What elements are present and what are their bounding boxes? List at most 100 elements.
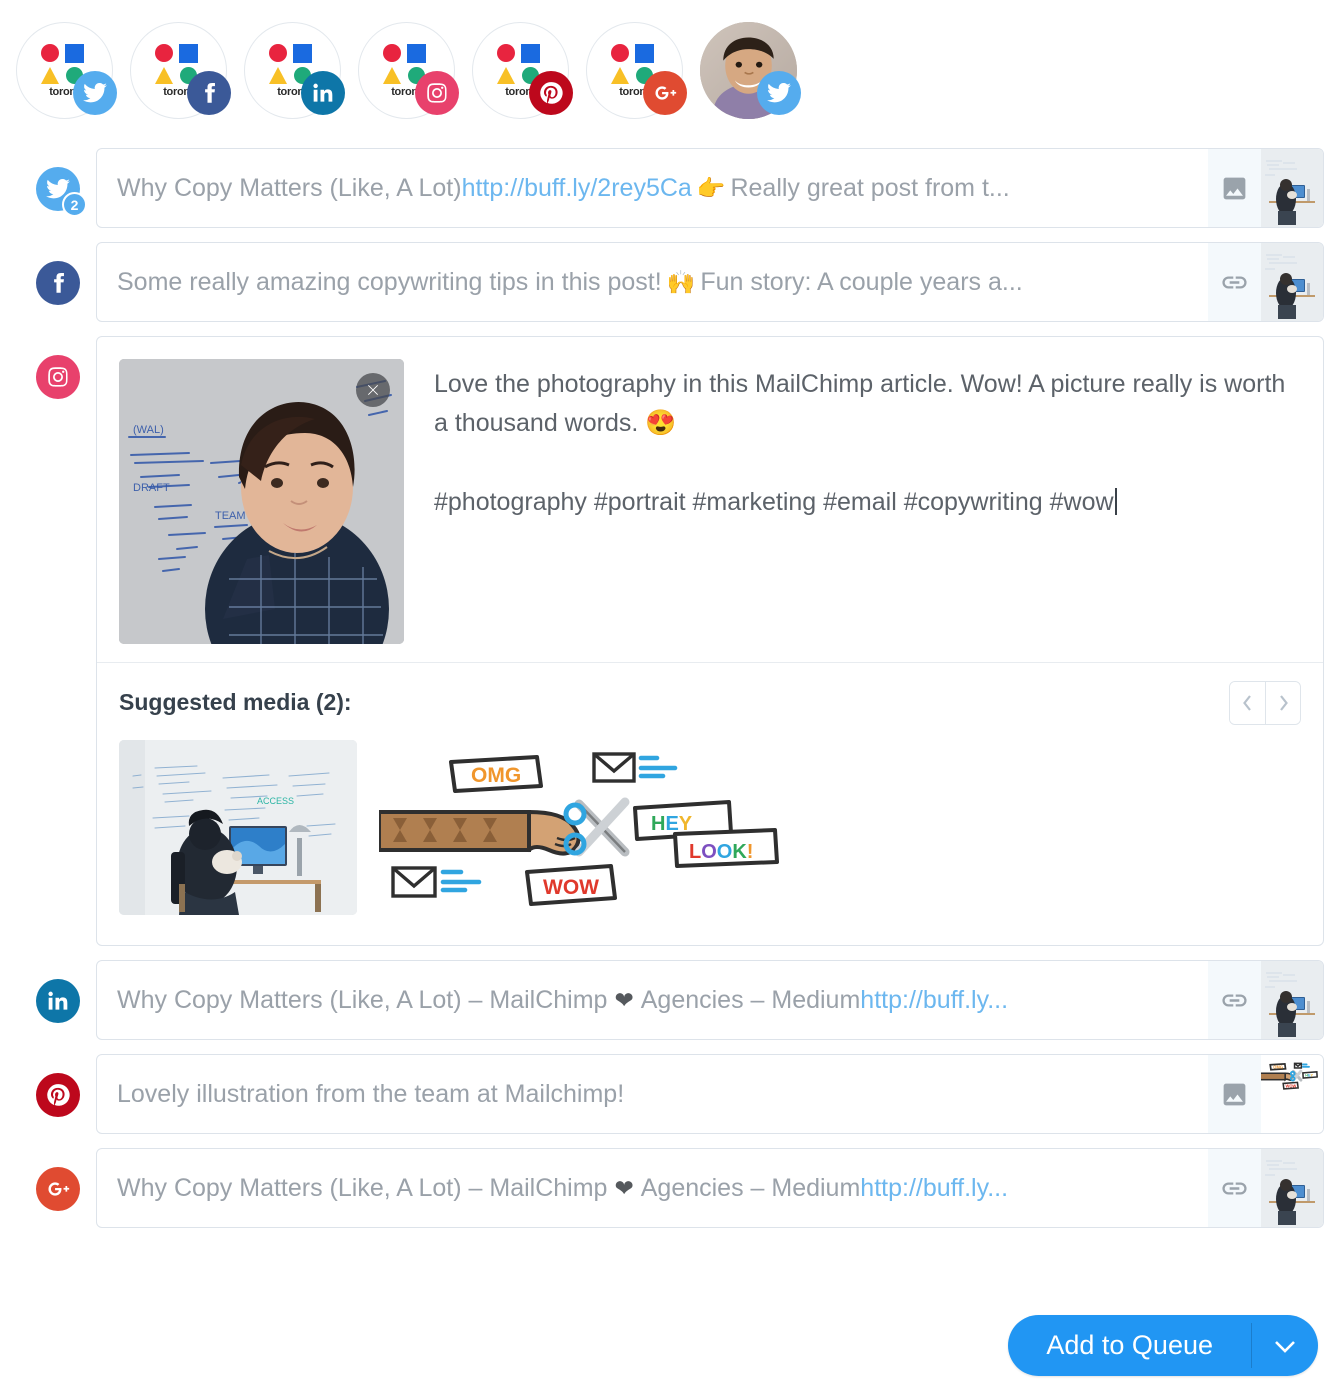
composer-text-pinterest[interactable]: Lovely illustration from the team at Mai… [97, 1055, 1208, 1133]
link-icon[interactable] [1208, 961, 1261, 1039]
logo-red-circle [496, 44, 515, 62]
suggested-media-item-illustration[interactable]: OMG HEY LOOK! WOW [379, 740, 779, 915]
post-count-badge: 2 [62, 192, 87, 217]
composer-input-facebook[interactable]: Some really amazing copywriting tips in … [96, 242, 1324, 322]
svg-text:TEAM: TEAM [215, 510, 246, 522]
next-media-button[interactable] [1265, 682, 1300, 724]
logo-yellow-triangle [382, 66, 401, 84]
svg-text:DRAFT: DRAFT [133, 482, 170, 494]
twitter-icon [73, 71, 117, 115]
text-after-emoji: Fun story: A couple years a... [700, 267, 1023, 296]
caption-hashtags: #photography #portrait #marketing #email… [434, 488, 1114, 516]
heart-icon: ❤ [614, 986, 634, 1013]
attachment-thumbnail[interactable] [1261, 149, 1323, 227]
profile-chip-toronto-linkedin[interactable]: toron [244, 22, 345, 119]
remove-media-button[interactable] [356, 373, 390, 407]
text-before-heart: Why Copy Matters (Like, A Lot) – MailChi… [117, 985, 608, 1014]
pinterest-icon [36, 1073, 80, 1117]
instagram-icon [36, 355, 80, 399]
text-before-heart: Why Copy Matters (Like, A Lot) – MailChi… [117, 1173, 608, 1202]
heart-eyes-emoji: 😍 [645, 408, 677, 437]
suggested-media-section: Suggested media (2): ACCESS OMG HEY LOOK… [97, 663, 1323, 945]
link-icon[interactable] [1208, 243, 1261, 321]
svg-text:(WAL): (WAL) [133, 424, 164, 436]
text-before-emoji: Some really amazing copywriting tips in … [117, 267, 662, 296]
suggested-media-list: ACCESS OMG HEY LOOK! WOW [119, 740, 1301, 915]
logo-yellow-triangle [40, 66, 59, 84]
composer-text-twitter[interactable]: Why Copy Matters (Like, A Lot) http://bu… [97, 149, 1208, 227]
attachment-area [1208, 243, 1323, 321]
queue-options-dropdown-button[interactable] [1252, 1315, 1318, 1376]
heart-icon: ❤ [614, 1174, 634, 1201]
instagram-caption-editor[interactable]: Love the photography in this MailChimp a… [404, 359, 1301, 644]
logo-red-circle [154, 44, 173, 62]
composer-row-instagram: (WAL) DRAFT TEAM Love the photography in… [20, 336, 1324, 946]
svg-text:ACCESS: ACCESS [257, 796, 294, 806]
chevron-left-icon [1243, 695, 1251, 711]
profile-chip-toronto-facebook[interactable]: toron [130, 22, 231, 119]
row-network-icon-wrap: 2 [20, 148, 96, 217]
chevron-down-icon [1275, 1340, 1295, 1353]
suggested-media-item-photo[interactable]: ACCESS [119, 740, 357, 915]
shortlink[interactable]: http://buff.ly... [860, 986, 1008, 1015]
pinterest-icon [529, 71, 573, 115]
logo-red-circle [40, 44, 59, 62]
profile-chip-toronto-googleplus[interactable]: toron [586, 22, 687, 119]
buffer-composer-page: toron toron toron toron toron toron 2 Wh… [0, 0, 1344, 1398]
composer-footer: Add to Queue [1008, 1315, 1318, 1376]
image-icon[interactable] [1208, 1055, 1261, 1133]
composer-input-twitter[interactable]: Why Copy Matters (Like, A Lot) http://bu… [96, 148, 1324, 228]
attachment-thumbnail[interactable] [1261, 243, 1323, 321]
linkedin-icon [36, 979, 80, 1023]
linkedin-icon [301, 71, 345, 115]
attachment-area [1208, 149, 1323, 227]
link-icon[interactable] [1208, 1149, 1261, 1227]
add-to-queue-button[interactable]: Add to Queue [1008, 1315, 1251, 1376]
shortlink[interactable]: http://buff.ly/2rey5Ca [462, 174, 692, 203]
composer-text-facebook[interactable]: Some really amazing copywriting tips in … [97, 243, 1208, 321]
profile-chip-personal-twitter[interactable] [700, 22, 801, 119]
row-network-icon-wrap [20, 960, 96, 1023]
logo-red-circle [268, 44, 287, 62]
svg-text:WOW: WOW [543, 876, 599, 899]
composer-input-googleplus[interactable]: Why Copy Matters (Like, A Lot) – MailChi… [96, 1148, 1324, 1228]
composer-row-linkedin: Why Copy Matters (Like, A Lot) – MailChi… [20, 960, 1324, 1040]
twitter-icon: 2 [36, 167, 87, 217]
profile-chip-toronto-instagram[interactable]: toron [358, 22, 459, 119]
attachment-thumbnail[interactable] [1261, 961, 1323, 1039]
composer-row-facebook: Some really amazing copywriting tips in … [20, 242, 1324, 322]
logo-blue-square [293, 43, 312, 63]
raised-hands-emoji: 🙌 [666, 268, 696, 295]
caption-text: Love the photography in this MailChimp a… [434, 370, 1286, 437]
logo-blue-square [521, 43, 540, 63]
logo-yellow-triangle [610, 66, 629, 84]
shortlink[interactable]: http://buff.ly... [860, 1174, 1008, 1203]
attached-media-preview[interactable]: (WAL) DRAFT TEAM [119, 359, 404, 644]
logo-red-circle [382, 44, 401, 62]
image-icon[interactable] [1208, 149, 1261, 227]
instagram-top-section: (WAL) DRAFT TEAM Love the photography in… [97, 337, 1323, 662]
wow-label: WOW [525, 864, 617, 906]
attachment-thumbnail[interactable] [1261, 1149, 1323, 1227]
text-after-link: Really great post from t... [730, 173, 1010, 202]
caption-paragraph-2: #photography #portrait #marketing #email… [434, 483, 1301, 522]
svg-text:OMG: OMG [471, 764, 521, 787]
pointing-hand-emoji: 👉 [696, 174, 726, 201]
composer-input-pinterest[interactable]: Lovely illustration from the team at Mai… [96, 1054, 1324, 1134]
omg-label: OMG [449, 755, 543, 793]
svg-text:LOOK!: LOOK! [689, 841, 753, 863]
svg-text:WOW: WOW [1286, 1084, 1297, 1089]
svg-text:HEY: HEY [1305, 1074, 1313, 1078]
composer-input-linkedin[interactable]: Why Copy Matters (Like, A Lot) – MailChi… [96, 960, 1324, 1040]
composer-row-pinterest: Lovely illustration from the team at Mai… [20, 1054, 1324, 1134]
attachment-area [1208, 1149, 1323, 1227]
profile-chip-toronto-pinterest[interactable]: toron [472, 22, 573, 119]
composer-text-googleplus[interactable]: Why Copy Matters (Like, A Lot) – MailChi… [97, 1149, 1208, 1227]
composer-text-linkedin[interactable]: Why Copy Matters (Like, A Lot) – MailChi… [97, 961, 1208, 1039]
prev-media-button[interactable] [1230, 682, 1265, 724]
logo-blue-square [65, 43, 84, 63]
logo-yellow-triangle [496, 66, 515, 84]
attachment-thumbnail[interactable]: OMG HEY WOW [1261, 1055, 1323, 1133]
row-network-icon-wrap [20, 1054, 96, 1117]
profile-chip-toronto-twitter[interactable]: toron [16, 22, 117, 119]
